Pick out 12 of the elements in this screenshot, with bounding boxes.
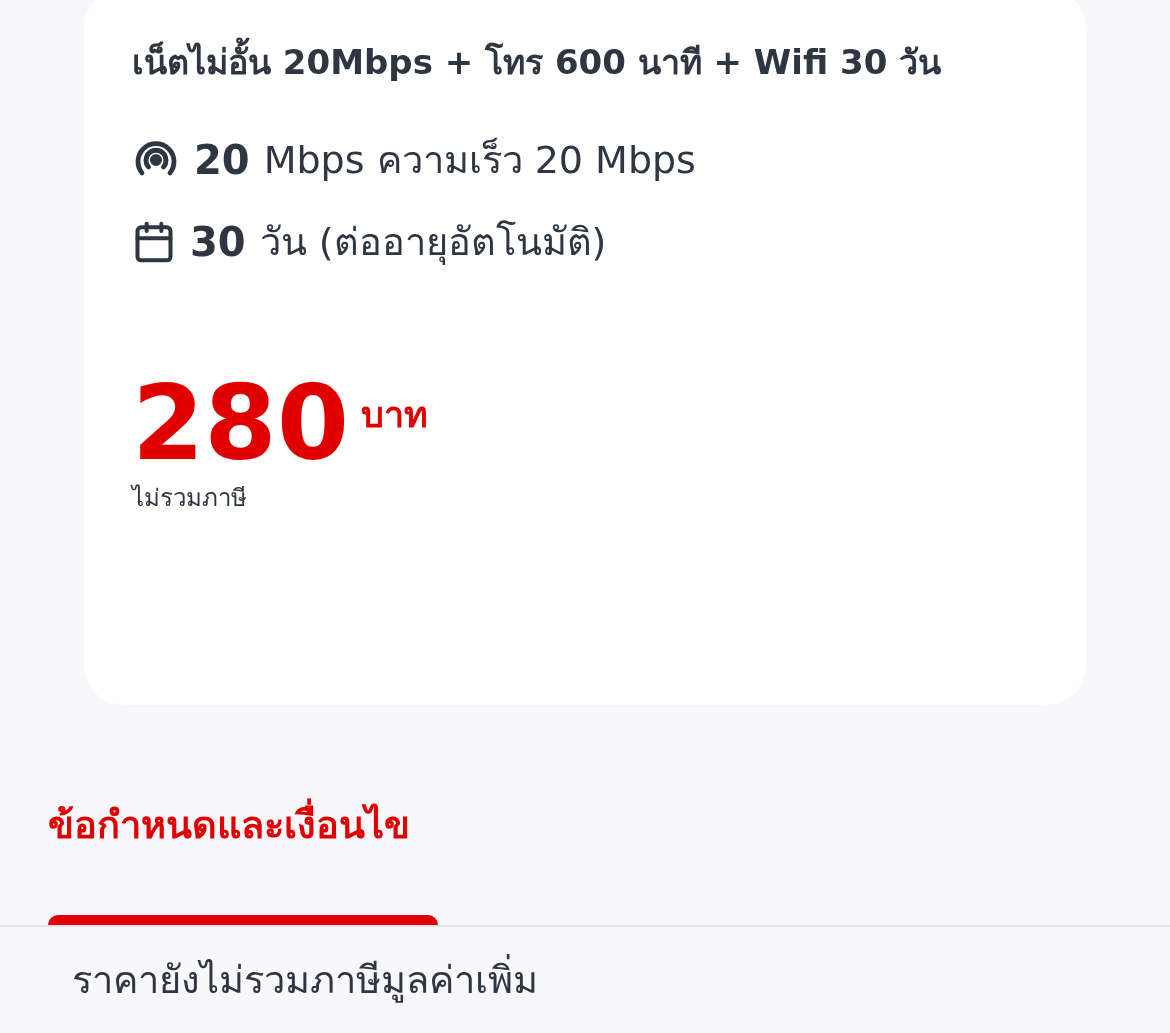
- price-unit: บาท: [361, 393, 429, 437]
- terms-heading[interactable]: ข้อกำหนดและเงื่อนไข: [48, 797, 1122, 854]
- calendar-icon: [132, 220, 176, 264]
- feature-text: Mbps ความเร็ว 20 Mbps: [263, 136, 696, 184]
- feature-text: วัน (ต่ออายุอัตโนมัติ): [259, 218, 607, 267]
- action-button[interactable]: [48, 915, 438, 925]
- price-amount: 280: [132, 368, 350, 478]
- footer-note: ราคายังไม่รวมภาษีมูลค่าเพิ่ม: [72, 951, 538, 1009]
- feature-value: 20: [194, 136, 250, 185]
- feature-value: 30: [190, 218, 246, 267]
- plan-title: เน็ตไม่อั้น 20Mbps + โทร 600 นาที + Wifi 30 วัน: [132, 38, 1038, 86]
- tax-note: ไม่รวมภาษี: [132, 483, 248, 514]
